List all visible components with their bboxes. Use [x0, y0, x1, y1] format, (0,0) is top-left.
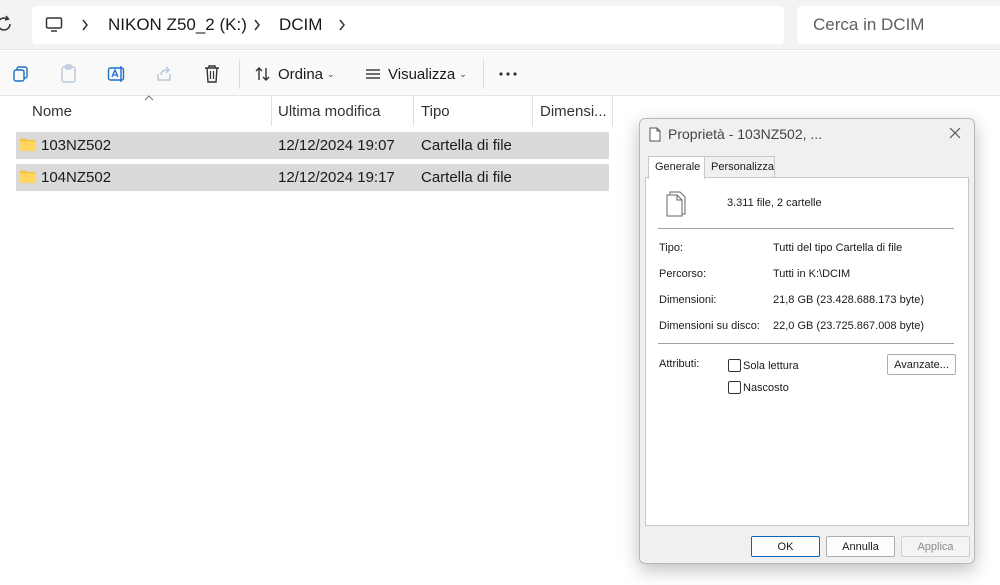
view-label: Visualizza — [388, 65, 456, 83]
toolbar-separator — [239, 59, 240, 89]
toolbar-separator — [483, 59, 484, 89]
folder-icon — [20, 170, 36, 183]
column-divider[interactable] — [413, 96, 414, 126]
cancel-button[interactable]: Annulla — [826, 536, 895, 557]
share-icon — [157, 66, 171, 81]
paste-icon — [61, 64, 76, 83]
file-name: 104NZ502 — [41, 169, 112, 186]
sort-ascending-icon — [144, 95, 154, 101]
file-type: Cartella di file — [421, 137, 512, 154]
general-panel: 3.311 file, 2 cartelle Tipo: Tutti del t… — [645, 177, 969, 526]
divider — [658, 228, 954, 229]
rename-icon — [107, 66, 125, 82]
prop-label-size: Dimensioni: — [659, 294, 717, 306]
prop-value-size-on-disk: 22,0 GB (23.725.867.008 byte) — [773, 320, 925, 332]
sort-icon — [255, 67, 270, 81]
breadcrumb-drive[interactable]: NIKON Z50_2 (K:) — [108, 15, 247, 35]
column-divider[interactable] — [532, 96, 533, 126]
file-modified: 12/12/2024 19:07 — [278, 137, 395, 154]
column-divider[interactable] — [612, 96, 613, 126]
ok-button[interactable]: OK — [751, 536, 820, 557]
table-row[interactable]: 104NZ502 12/12/2024 19:17 Cartella di fi… — [16, 164, 609, 191]
chevron-right-icon[interactable] — [80, 15, 90, 35]
prop-value-type: Tutti del tipo Cartella di file — [773, 242, 903, 254]
column-header-modified-label: Ultima modifica — [278, 103, 381, 120]
file-name: 103NZ502 — [41, 137, 112, 154]
prop-value-path: Tutti in K:\DCIM — [773, 268, 851, 280]
breadcrumb-dcim[interactable]: DCIM — [279, 15, 322, 35]
rename-button[interactable] — [107, 62, 127, 86]
delete-button[interactable] — [203, 62, 221, 86]
folder-icon — [20, 138, 36, 151]
breadcrumb[interactable]: NIKON Z50_2 (K:) DCIM — [32, 6, 784, 44]
properties-dialog: Proprietà - 103NZ502, ... Generale Perso… — [639, 118, 975, 564]
column-header-name[interactable]: Nome — [32, 95, 270, 126]
attributes-label: Attributi: — [659, 358, 700, 370]
selection-summary: 3.311 file, 2 cartelle — [727, 197, 822, 209]
command-bar: Ordina ⌄ Visualizza ⌄ — [0, 51, 1000, 96]
prop-label-size-on-disk: Dimensioni su disco: — [659, 320, 760, 332]
column-header-size[interactable]: Dimensi... — [540, 96, 612, 126]
column-header-type-label: Tipo — [421, 103, 450, 120]
copy-icon — [13, 66, 28, 82]
readonly-checkbox[interactable] — [728, 359, 741, 372]
column-header-size-label: Dimensi... — [540, 103, 607, 120]
chevron-down-icon: ⌄ — [327, 68, 335, 79]
copy-button[interactable] — [12, 62, 30, 86]
divider — [658, 343, 954, 344]
prop-value-size: 21,8 GB (23.428.688.173 byte) — [773, 294, 925, 306]
close-icon[interactable] — [946, 124, 964, 142]
readonly-label[interactable]: Sola lettura — [743, 360, 799, 372]
paste-button[interactable] — [60, 62, 78, 86]
address-bar-row: NIKON Z50_2 (K:) DCIM — [0, 0, 1000, 50]
sort-button[interactable]: Ordina ⌄ — [254, 62, 335, 86]
tab-generale[interactable]: Generale — [648, 156, 705, 179]
column-header-modified[interactable]: Ultima modifica — [278, 96, 413, 126]
hidden-checkbox[interactable] — [728, 381, 741, 394]
apply-button[interactable]: Applica — [901, 536, 970, 557]
search-input[interactable] — [813, 14, 993, 36]
prop-label-type: Tipo: — [659, 242, 684, 254]
file-modified: 12/12/2024 19:17 — [278, 169, 395, 186]
column-header-type[interactable]: Tipo — [421, 96, 532, 126]
tab-personalizza[interactable]: Personalizza — [704, 156, 775, 178]
column-header-name-label: Nome — [32, 103, 73, 120]
more-icon — [499, 72, 517, 76]
chevron-right-icon[interactable] — [252, 15, 262, 35]
trash-icon — [205, 65, 219, 83]
hidden-label[interactable]: Nascosto — [743, 382, 789, 394]
multiple-documents-icon — [666, 191, 686, 217]
document-icon — [649, 127, 661, 142]
more-options-button[interactable] — [498, 62, 518, 86]
refresh-icon[interactable] — [0, 14, 14, 34]
this-pc-icon[interactable] — [45, 15, 63, 35]
table-row[interactable]: 103NZ502 12/12/2024 19:07 Cartella di fi… — [16, 132, 609, 159]
column-divider[interactable] — [271, 96, 272, 126]
chevron-right-icon[interactable] — [337, 15, 347, 35]
prop-label-path: Percorso: — [659, 268, 707, 280]
search-box[interactable] — [797, 6, 1000, 44]
sort-label: Ordina — [278, 65, 324, 83]
dialog-title: Proprietà - 103NZ502, ... — [668, 126, 823, 142]
advanced-button[interactable]: Avanzate... — [887, 354, 956, 375]
chevron-down-icon: ⌄ — [459, 68, 467, 79]
view-button[interactable]: Visualizza ⌄ — [364, 62, 467, 86]
file-type: Cartella di file — [421, 169, 512, 186]
list-view-icon — [366, 69, 380, 79]
share-button[interactable] — [155, 62, 173, 86]
